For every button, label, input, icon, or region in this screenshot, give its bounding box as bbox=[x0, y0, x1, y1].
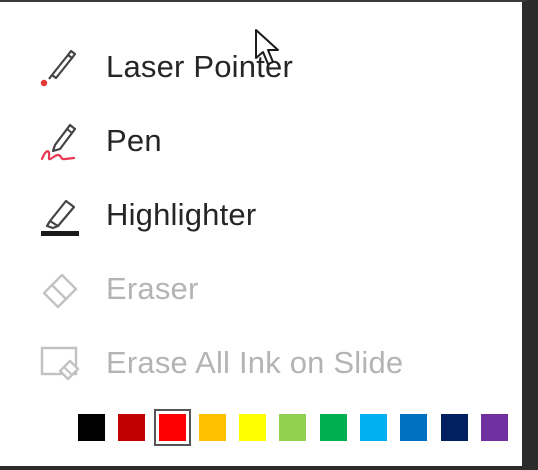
color-swatch[interactable] bbox=[118, 413, 146, 441]
highlighter-icon bbox=[38, 193, 82, 237]
menu-item-erase-all-ink[interactable]: Erase All Ink on Slide bbox=[0, 328, 522, 398]
erase-all-icon bbox=[38, 341, 82, 385]
color-swatch[interactable] bbox=[153, 408, 191, 446]
color-swatch[interactable] bbox=[360, 413, 388, 441]
menu-item-label: Erase All Ink on Slide bbox=[106, 345, 404, 380]
color-swatch[interactable] bbox=[480, 413, 508, 441]
color-swatch[interactable] bbox=[78, 413, 105, 441]
color-swatch[interactable] bbox=[198, 413, 226, 441]
menu-item-label: Highlighter bbox=[106, 197, 257, 232]
eraser-icon bbox=[38, 267, 82, 311]
color-swatch[interactable] bbox=[319, 413, 347, 441]
pen-icon bbox=[38, 119, 82, 163]
menu-item-label: Eraser bbox=[106, 271, 199, 306]
ink-color-palette bbox=[78, 408, 521, 446]
menu-item-highlighter[interactable]: Highlighter bbox=[0, 180, 522, 250]
ink-tools-menu: Laser Pointer Pen Highlighter Eraser Era… bbox=[0, 0, 530, 466]
color-swatch[interactable] bbox=[440, 413, 468, 441]
menu-item-label: Pen bbox=[106, 123, 162, 158]
color-swatch[interactable] bbox=[279, 413, 307, 441]
color-swatch[interactable] bbox=[239, 413, 267, 441]
color-swatch[interactable] bbox=[400, 413, 428, 441]
menu-item-eraser[interactable]: Eraser bbox=[0, 254, 522, 324]
mouse-cursor-icon bbox=[255, 29, 279, 65]
laser-pointer-icon bbox=[38, 45, 82, 89]
menu-item-pen[interactable]: Pen bbox=[0, 106, 522, 176]
